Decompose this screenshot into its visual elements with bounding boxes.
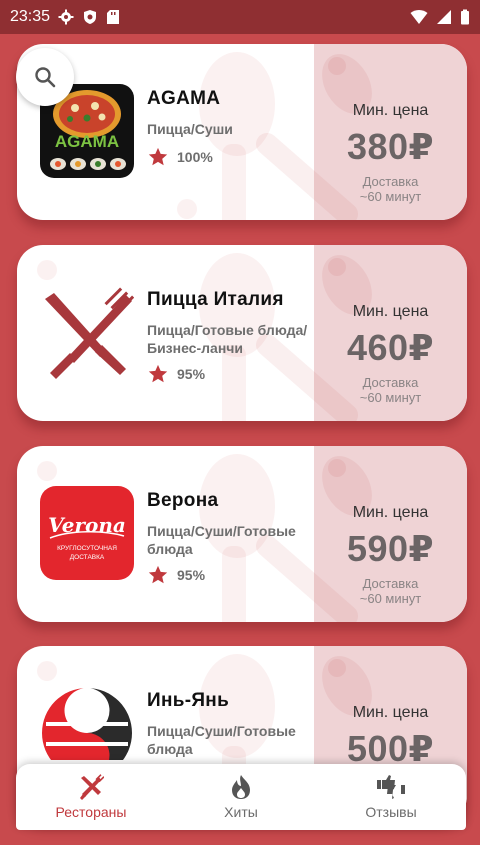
sd-card-icon	[107, 10, 120, 24]
delivery-info: Доставка ~60 минут	[314, 375, 467, 405]
rating-value: 95%	[177, 366, 206, 382]
rating-value: 95%	[177, 567, 206, 583]
restaurant-rating: 100%	[147, 146, 213, 168]
nav-restaurants[interactable]: Рестораны	[16, 764, 166, 830]
battery-icon	[461, 9, 469, 25]
min-price-label: Мин. цена	[352, 303, 429, 320]
pizza-italia-logo	[40, 285, 135, 379]
shield-icon	[84, 10, 97, 24]
min-price-label: Мин. цена	[352, 704, 429, 721]
search-icon	[35, 67, 56, 88]
restaurant-categories: Пицца/Готовые блюда/Бизнес-ланчи	[147, 322, 308, 356]
search-button[interactable]	[16, 48, 74, 106]
restaurant-rating: 95%	[147, 564, 205, 586]
wifi-icon	[410, 10, 428, 24]
svg-text:AGAMA: AGAMA	[55, 132, 119, 151]
thumbs-icon	[377, 775, 405, 799]
rating-value: 100%	[177, 149, 213, 165]
signal-icon	[437, 10, 451, 24]
min-price-label: Мин. цена	[352, 102, 429, 119]
nav-reviews[interactable]: Отзывы	[316, 764, 466, 830]
star-icon	[148, 565, 168, 584]
delivery-label: Доставка	[362, 576, 419, 591]
restaurant-card-pizza-italia[interactable]: Пицца Италия Пицца/Готовые блюда/Бизнес-…	[17, 245, 467, 421]
star-icon	[148, 147, 168, 166]
flame-icon	[232, 775, 250, 799]
bottom-navigation: Рестораны Хиты Отзывы	[16, 764, 466, 830]
restaurant-name: Верона	[147, 490, 219, 511]
nav-label: Рестораны	[55, 804, 127, 820]
restaurant-card-agama[interactable]: AGAMA AGAMA Пицца/Суши 100% Мин. цена 38…	[17, 44, 467, 220]
delivery-time: ~60 минут	[359, 189, 422, 204]
restaurant-list[interactable]: AGAMA AGAMA Пицца/Суши 100% Мин. цена 38…	[0, 34, 480, 845]
delivery-info: Доставка ~60 минут	[314, 174, 467, 204]
min-price-label: Мин. цена	[352, 504, 429, 521]
restaurant-categories: Пицца/Суши/Готовые блюда	[147, 523, 296, 557]
restaurant-rating: 95%	[147, 363, 205, 385]
delivery-label: Доставка	[362, 375, 419, 390]
svg-text:КРУГЛОСУТОЧНАЯ: КРУГЛОСУТОЧНАЯ	[57, 545, 117, 552]
status-bar: 23:35	[0, 0, 480, 34]
verona-logo: Verona КРУГЛОСУТОЧНАЯ ДОСТАВКА	[40, 486, 134, 580]
delivery-info: Доставка ~60 минут	[314, 576, 467, 606]
restaurant-card-verona[interactable]: Verona КРУГЛОСУТОЧНАЯ ДОСТАВКА Верона Пи…	[17, 446, 467, 622]
delivery-time: ~60 минут	[359, 591, 422, 606]
star-icon	[148, 364, 168, 383]
min-price: 460₽	[346, 327, 435, 368]
delivery-label: Доставка	[362, 174, 419, 189]
restaurant-categories: Пицца/Суши	[147, 121, 233, 137]
fork-knife-icon	[80, 774, 104, 800]
restaurant-name: AGAMA	[147, 88, 221, 109]
nav-label: Хиты	[224, 804, 258, 820]
min-price: 380₽	[346, 126, 435, 167]
gear-icon	[58, 9, 74, 25]
restaurant-categories: Пицца/Суши/Готовые блюда	[147, 723, 296, 757]
restaurant-name: Пицца Италия	[147, 289, 284, 310]
min-price: 590₽	[346, 528, 435, 569]
svg-text:ДОСТАВКА: ДОСТАВКА	[70, 554, 105, 561]
nav-label: Отзывы	[365, 804, 417, 820]
delivery-time: ~60 минут	[359, 390, 422, 405]
status-time: 23:35	[10, 8, 51, 25]
restaurant-name: Инь-Янь	[147, 690, 230, 711]
nav-hits[interactable]: Хиты	[166, 764, 316, 830]
